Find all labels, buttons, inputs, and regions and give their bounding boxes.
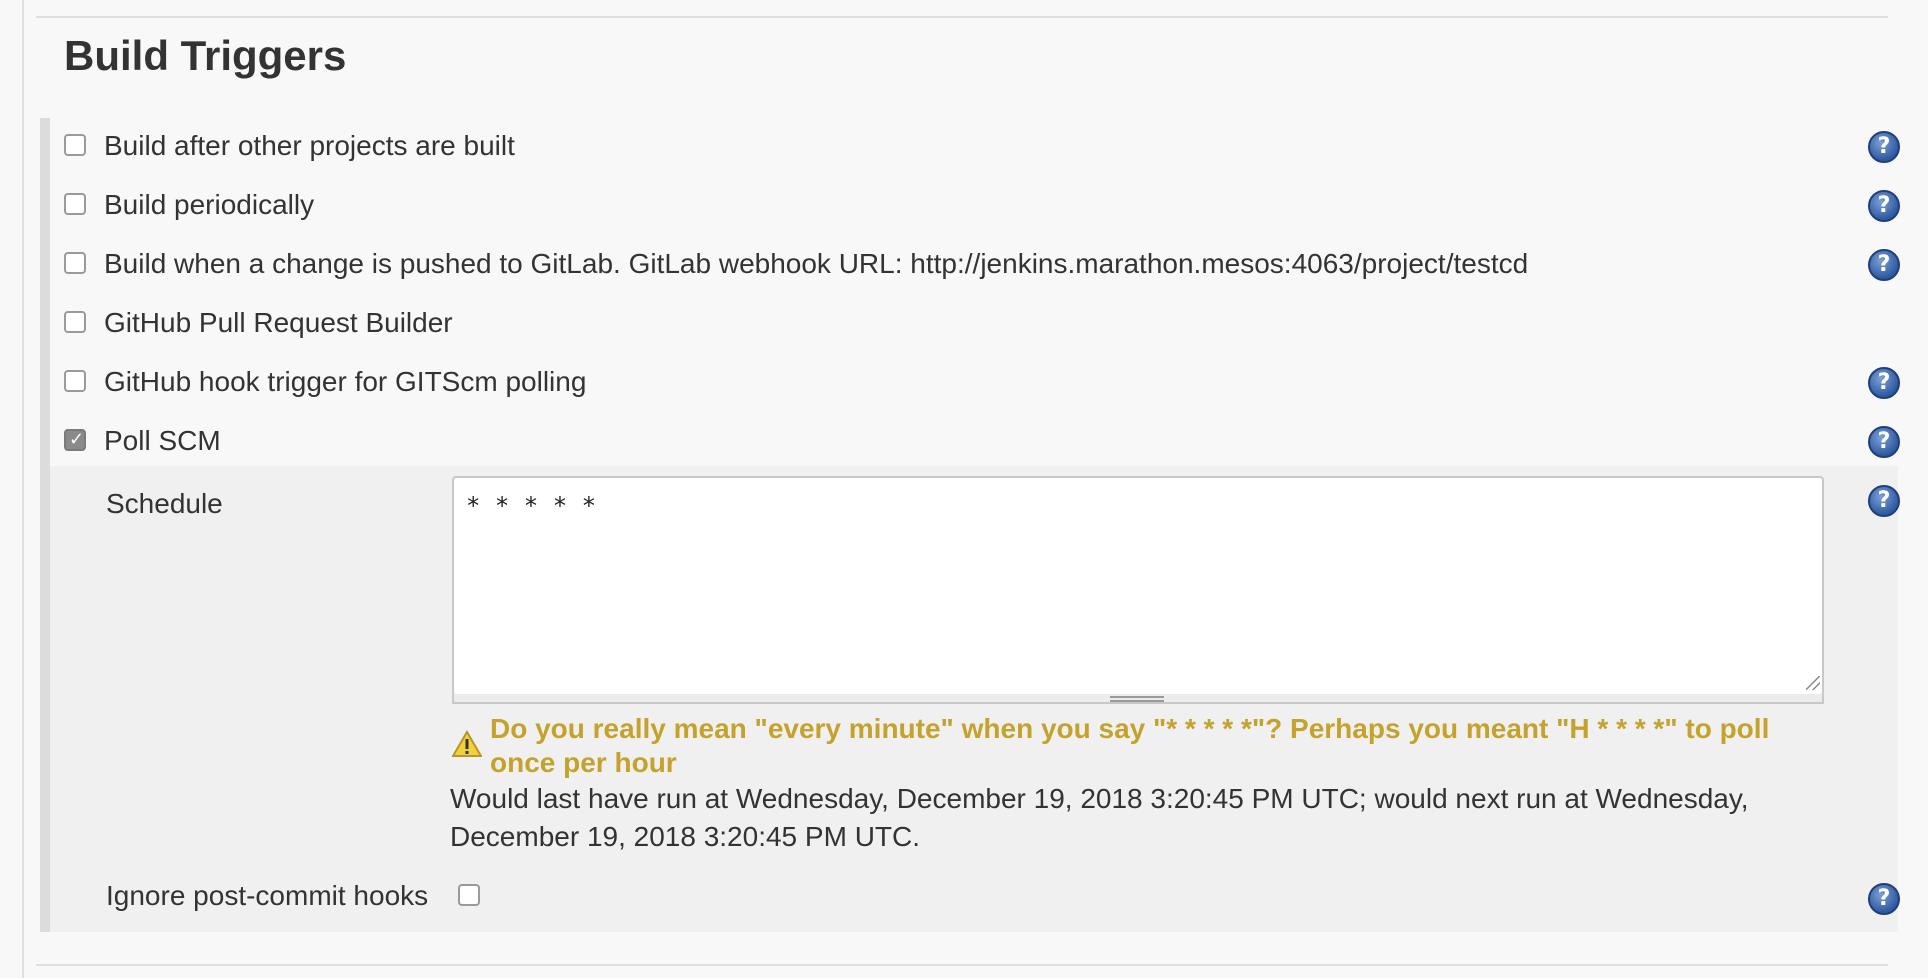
trigger-row-poll-scm[interactable]: Poll SCM xyxy=(64,417,1884,465)
grip-icon[interactable] xyxy=(1110,696,1164,702)
warning-icon xyxy=(452,730,482,757)
help-icon[interactable]: ? xyxy=(1868,426,1900,458)
github-hook-label: GitHub hook trigger for GITScm polling xyxy=(104,366,587,397)
help-icon[interactable]: ? xyxy=(1868,485,1900,517)
gitlab-push-label: Build when a change is pushed to GitLab.… xyxy=(104,248,1529,279)
schedule-warning-text: Do you really mean "every minute" when y… xyxy=(490,713,1770,778)
poll-scm-checkbox[interactable] xyxy=(64,429,86,451)
resize-corner-icon[interactable] xyxy=(1806,676,1820,690)
page-left-border xyxy=(22,0,24,978)
build-periodically-checkbox[interactable] xyxy=(64,193,86,215)
github-pr-builder-label: GitHub Pull Request Builder xyxy=(104,307,453,338)
github-hook-checkbox[interactable] xyxy=(64,370,86,392)
build-after-other-checkbox[interactable] xyxy=(64,134,86,156)
section-title: Build Triggers xyxy=(64,32,347,79)
trigger-row-github-hook[interactable]: GitHub hook trigger for GITScm polling xyxy=(64,358,1884,406)
ignore-post-commit-label: Ignore post-commit hooks xyxy=(106,880,429,911)
ignore-post-commit-checkbox[interactable] xyxy=(458,884,480,906)
help-icon[interactable]: ? xyxy=(1868,190,1900,222)
schedule-textarea[interactable]: * * * * * xyxy=(452,476,1824,696)
schedule-label: Schedule xyxy=(106,488,223,519)
trigger-row-gitlab-push[interactable]: Build when a change is pushed to GitLab.… xyxy=(64,240,1884,288)
help-icon[interactable]: ? xyxy=(1868,367,1900,399)
section-top-divider xyxy=(36,16,1888,18)
help-icon[interactable]: ? xyxy=(1868,249,1900,281)
gitlab-push-checkbox[interactable] xyxy=(64,252,86,274)
section-bottom-divider xyxy=(36,964,1888,966)
trigger-row-build-after-other[interactable]: Build after other projects are built xyxy=(64,122,1884,170)
build-periodically-label: Build periodically xyxy=(104,189,315,220)
trigger-group-bar xyxy=(40,118,50,932)
trigger-row-github-pr-builder[interactable]: GitHub Pull Request Builder xyxy=(64,299,1884,347)
help-icon[interactable]: ? xyxy=(1868,883,1900,915)
poll-scm-label: Poll SCM xyxy=(104,425,221,456)
github-pr-builder-checkbox[interactable] xyxy=(64,311,86,333)
build-after-other-label: Build after other projects are built xyxy=(104,130,515,161)
schedule-run-info-text: Would last have run at Wednesday, Decemb… xyxy=(450,783,1749,852)
help-icon[interactable]: ? xyxy=(1868,131,1900,163)
trigger-row-build-periodically[interactable]: Build periodically xyxy=(64,181,1884,229)
